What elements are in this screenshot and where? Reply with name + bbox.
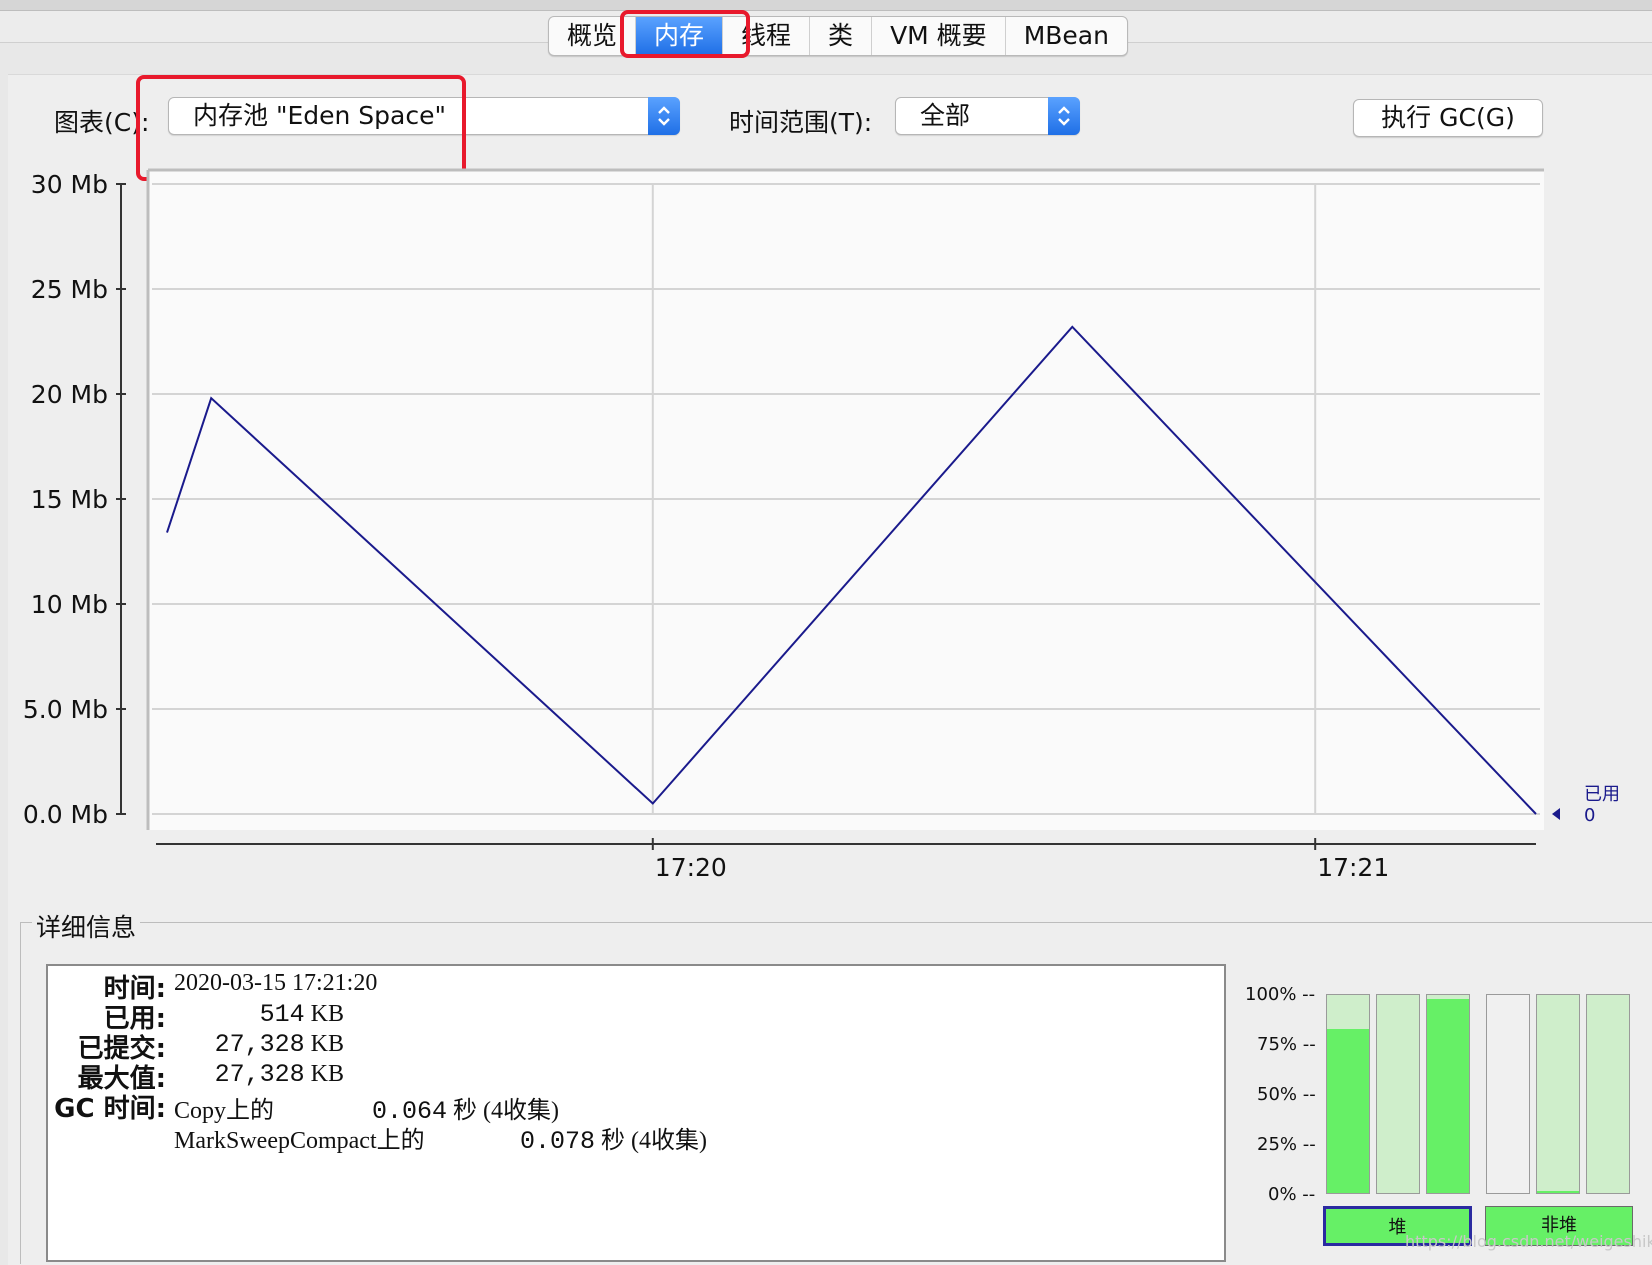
x-tick-label: 17:21 xyxy=(1317,853,1389,882)
y-axis-ticks: 30 Mb 25 Mb 20 Mb 15 Mb 10 Mb 5.0 Mb 0.0 Mb xyxy=(23,170,126,829)
current-series-value: 0 xyxy=(1584,805,1595,826)
memory-pool-bar[interactable] xyxy=(1376,994,1420,1194)
pool-scale-0: 0% -- xyxy=(1268,1184,1316,1205)
pool-scale-75: 75% -- xyxy=(1257,1034,1316,1055)
gc-collector-name: MarkSweepCompact上的 xyxy=(174,1128,425,1154)
committed-value: 27,328 xyxy=(214,1030,305,1059)
gc-time-label: GC 时间: xyxy=(54,1094,166,1124)
gc-time-unit: 秒 xyxy=(601,1128,626,1154)
y-tick-label: 20 Mb xyxy=(31,380,108,409)
memory-pool-bar-fill xyxy=(1327,1028,1369,1193)
gc-time-unit: 秒 xyxy=(453,1098,478,1124)
current-series-label: 已用 xyxy=(1584,784,1620,805)
current-value-marker-icon xyxy=(1552,808,1560,820)
gc-time-value: 0.078 xyxy=(520,1127,596,1156)
memory-pool-bar[interactable] xyxy=(1536,994,1580,1194)
details-group-border-top xyxy=(20,922,1652,923)
details-title: 详细信息 xyxy=(32,908,141,944)
max-unit: KB xyxy=(310,1061,344,1087)
y-tick-label: 15 Mb xyxy=(31,485,108,514)
y-tick-label: 0.0 Mb xyxy=(23,800,108,829)
used-value: 514 xyxy=(259,1000,305,1029)
memory-pool-bar[interactable] xyxy=(1426,994,1470,1194)
gc-row-marksweep: MarkSweepCompact上的 xyxy=(174,1120,425,1155)
y-tick-label: 25 Mb xyxy=(31,275,108,304)
memory-pool-bar[interactable] xyxy=(1586,994,1630,1194)
max-value: 27,328 xyxy=(214,1060,305,1089)
y-tick-label: 5.0 Mb xyxy=(23,695,108,724)
committed-unit: KB xyxy=(310,1031,344,1057)
watermark: https://blog.csdn.net/weigeshikebi xyxy=(1405,1232,1652,1251)
y-tick-label: 30 Mb xyxy=(31,170,108,199)
x-tick-label: 17:20 xyxy=(655,853,727,882)
memory-pool-bar[interactable] xyxy=(1486,994,1530,1194)
gc-count: (4收集) xyxy=(631,1128,707,1154)
pool-scale-50: 50% -- xyxy=(1257,1084,1316,1105)
details-group-border-left xyxy=(20,922,21,1264)
gc-row-marksweep-time: 0.078 秒 (4收集) xyxy=(520,1120,707,1156)
pool-scale-100: 100% -- xyxy=(1245,984,1316,1005)
memory-pool-bar-fill xyxy=(1427,998,1469,1193)
y-tick-label: 10 Mb xyxy=(31,590,108,619)
pool-scale-25: 25% -- xyxy=(1257,1134,1316,1155)
memory-usage-chart: 30 Mb 25 Mb 20 Mb 15 Mb 10 Mb 5.0 Mb 0.0 Mb 17… xyxy=(23,168,1620,882)
used-unit: KB xyxy=(310,1001,344,1027)
memory-pool-bar-fill xyxy=(1537,1191,1579,1193)
time-value: 2020-03-15 17:21:20 xyxy=(174,970,378,996)
details-info-box: 时间: 2020-03-15 17:21:20 已用: 514 KB 已提交: … xyxy=(46,964,1226,1262)
memory-pool-bar[interactable] xyxy=(1326,994,1370,1194)
